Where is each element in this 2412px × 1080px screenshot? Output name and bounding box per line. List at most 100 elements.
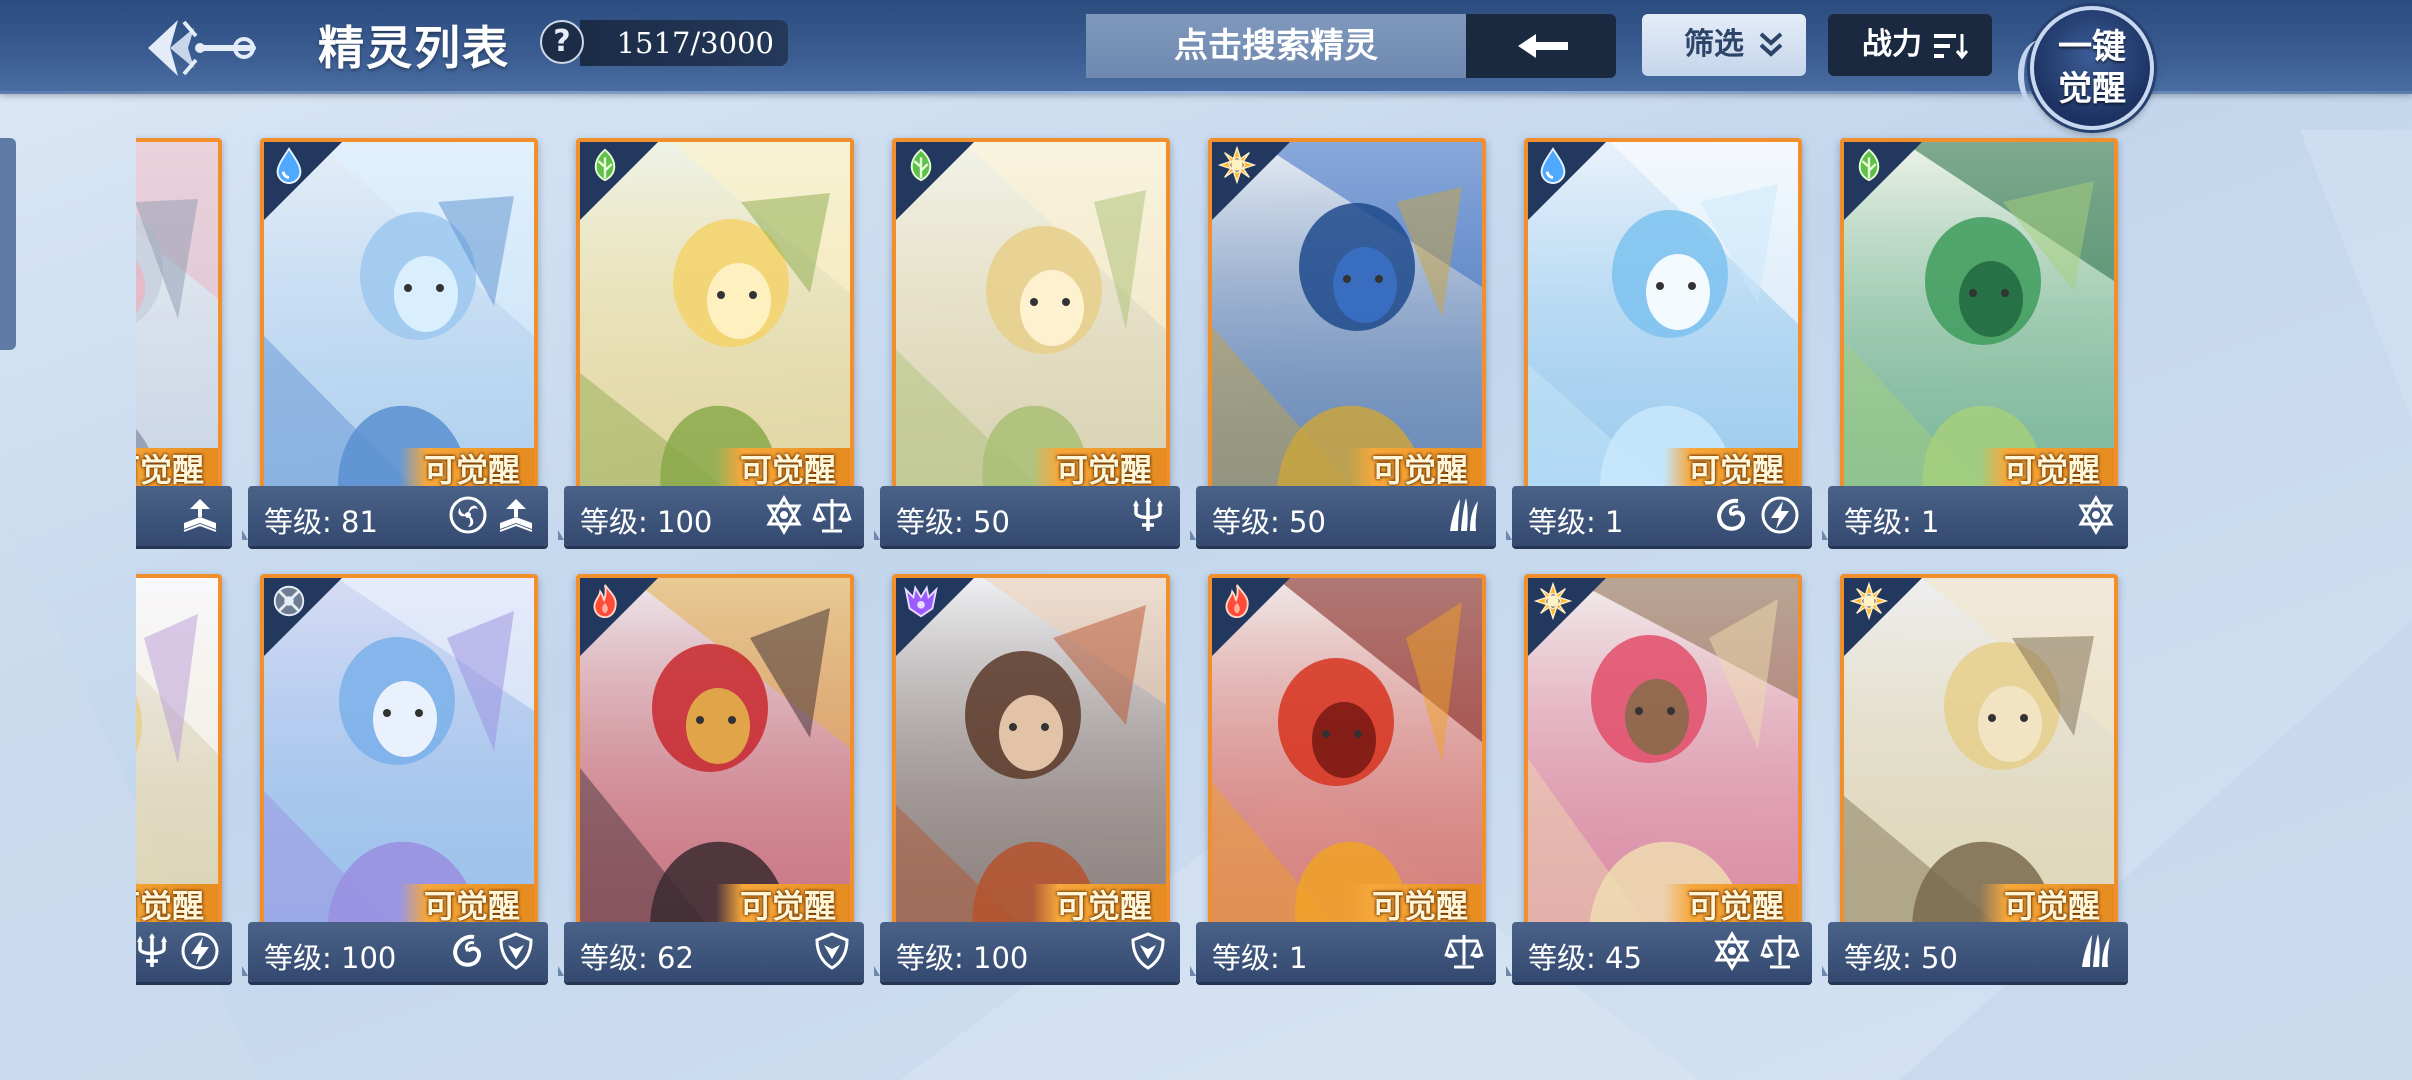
- level-bar: 等级: 1: [1190, 922, 1496, 982]
- skill-icons: [2076, 931, 2116, 971]
- back-button[interactable]: [140, 10, 260, 86]
- spirit-portrait: 可觉醒: [1524, 138, 1802, 496]
- filter-label: 筛选: [1684, 27, 1744, 62]
- spirit-level: 等级: 100: [580, 505, 713, 539]
- spirit-card[interactable]: 可觉醒 等级: 50: [1822, 566, 2128, 991]
- skill-icons: [812, 931, 852, 971]
- level-bar: 等级: 100: [558, 486, 864, 546]
- spirit-portrait: 可觉醒: [1840, 138, 2118, 496]
- shield-icon: [812, 931, 852, 971]
- book-icon: [496, 495, 536, 535]
- light-icon: [1849, 581, 1889, 621]
- power-sort-button[interactable]: 战力: [1828, 14, 1992, 76]
- water-icon: [270, 146, 308, 184]
- spirit-portrait: 可觉醒: [1524, 574, 1802, 932]
- skill-icons: [136, 931, 220, 971]
- spirit-portrait: 可觉醒: [892, 138, 1170, 496]
- spirit-grid: 可觉醒100 可觉醒等级: 81 可觉醒等级: 100 可觉醒等级: 50: [136, 130, 2280, 1030]
- page-title: 精灵列表: [318, 21, 510, 75]
- claw-icon: [2076, 931, 2116, 971]
- skill-icons: [1128, 495, 1168, 535]
- spirit-card[interactable]: 可觉醒等级: 62: [558, 566, 864, 991]
- back-emblem-icon: [148, 20, 256, 76]
- shield-icon: [1128, 931, 1168, 971]
- grass-icon: [586, 146, 624, 184]
- light-icon: [1217, 145, 1257, 185]
- scales-icon: [1444, 931, 1484, 971]
- spirit-card[interactable]: 可觉醒等级: 100: [558, 130, 864, 555]
- spirit-art: [136, 578, 218, 928]
- lightning-icon: [180, 931, 220, 971]
- spirit-level: 等级: 1: [1844, 505, 1940, 539]
- hexagram-icon: [1712, 930, 1752, 972]
- awaken-all-line2: 觉醒: [2058, 69, 2126, 109]
- power-sort-label: 战力: [1862, 27, 1922, 62]
- hexagram-icon: [764, 494, 804, 536]
- level-bar: 100: [136, 486, 232, 546]
- spirit-portrait: 可觉醒: [892, 574, 1170, 932]
- skill-icons: [1712, 495, 1800, 535]
- spirit-card[interactable]: 可觉醒 等级: 45: [1506, 566, 1812, 991]
- swirl-icon: [448, 931, 488, 971]
- spirit-portrait: 可觉醒: [576, 138, 854, 496]
- hexagram-icon: [2076, 494, 2116, 536]
- spirit-level: 等级: 62: [580, 941, 694, 975]
- spirit-card[interactable]: 可觉醒等级: 1: [1190, 566, 1496, 991]
- claw-icon: [1444, 495, 1484, 535]
- spirit-level: 等级: 100: [896, 941, 1029, 975]
- spirit-level: 等级: 1: [1212, 941, 1308, 975]
- spirit-card[interactable]: 可觉醒等级: 1: [1822, 130, 2128, 555]
- swirl-icon: [1712, 495, 1752, 535]
- spirit-portrait: 可觉醒: [136, 138, 222, 496]
- spirit-portrait: 可觉醒: [576, 574, 854, 932]
- level-bar: 41: [136, 922, 232, 982]
- fire-icon: [1218, 582, 1256, 620]
- level-bar: 等级: 81: [242, 486, 548, 546]
- skill-icons: [448, 495, 536, 535]
- level-bar: 等级: 50: [1822, 922, 2128, 982]
- skill-icons: [1444, 495, 1484, 535]
- level-bar: 等级: 62: [558, 922, 864, 982]
- search-back-button[interactable]: [1466, 14, 1616, 78]
- spirit-level: 等级: 1: [1528, 505, 1624, 539]
- shadow-icon: [902, 582, 940, 620]
- skill-icons: [764, 494, 852, 536]
- filter-button[interactable]: 筛选: [1642, 14, 1806, 76]
- spirit-card[interactable]: 可觉醒 等级: 81: [242, 130, 548, 555]
- one-key-awaken-button[interactable]: 一键 觉醒: [2018, 6, 2162, 136]
- spirit-level: 等级: 50: [896, 505, 1010, 539]
- chevron-down-double-icon: [1759, 32, 1783, 57]
- spirit-count: 1517/3000: [580, 20, 788, 66]
- level-bar: 等级: 1: [1822, 486, 2128, 546]
- spirit-portrait: 可觉醒: [260, 138, 538, 496]
- spirit-level: 等级: 50: [1212, 505, 1326, 539]
- spirit-card[interactable]: 可觉醒等级: 1: [1506, 130, 1812, 555]
- shield-icon: [496, 931, 536, 971]
- arrow-left-icon: [1518, 34, 1568, 58]
- spirit-card[interactable]: 可觉醒等级: 100: [874, 566, 1180, 991]
- spirit-portrait: 可觉醒: [136, 574, 222, 932]
- spirit-card[interactable]: 可觉醒 等级: 50: [1190, 130, 1496, 555]
- scales-icon: [1760, 931, 1800, 971]
- skill-icons: [1444, 931, 1484, 971]
- spirit-card[interactable]: 可觉醒 等级: 100: [242, 566, 548, 991]
- spirit-card[interactable]: 可觉醒100: [136, 130, 232, 555]
- trident-icon: [136, 931, 172, 971]
- level-bar: 等级: 50: [1190, 486, 1496, 546]
- side-drawer-handle[interactable]: [0, 138, 16, 350]
- spirit-card[interactable]: 可觉醒41: [136, 566, 232, 991]
- spirit-portrait: 可觉醒: [260, 574, 538, 932]
- spirit-card[interactable]: 可觉醒等级: 50: [874, 130, 1180, 555]
- spirit-level: 等级: 50: [1844, 941, 1958, 975]
- help-button[interactable]: ?: [540, 20, 584, 64]
- level-bar: 等级: 45: [1506, 922, 1812, 982]
- search-input[interactable]: 点击搜索精灵: [1086, 14, 1466, 78]
- sort-descending-icon: [1934, 34, 1968, 60]
- skill-icons: [448, 931, 536, 971]
- grass-icon: [902, 146, 940, 184]
- grass-icon: [1850, 146, 1888, 184]
- spirit-art: [136, 142, 218, 492]
- skill-icons: [1128, 931, 1168, 971]
- water-icon: [1534, 146, 1572, 184]
- spirit-portrait: 可觉醒: [1208, 574, 1486, 932]
